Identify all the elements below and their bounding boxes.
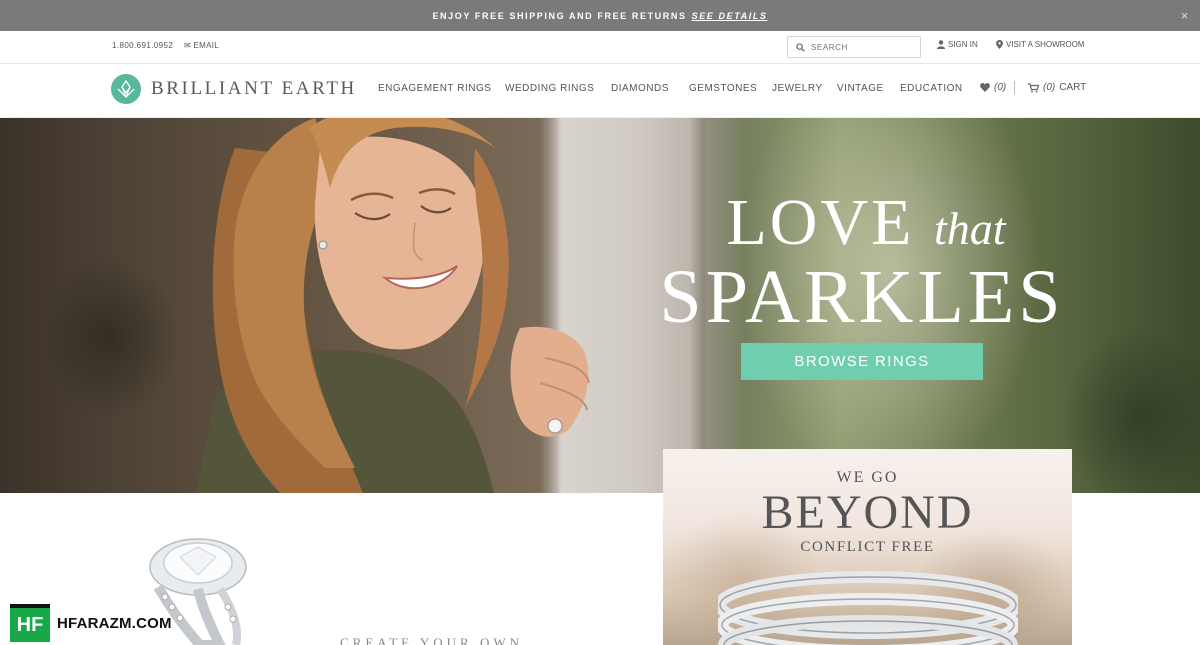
cart-link[interactable]: (0) CART [1028,82,1086,93]
see-details-link[interactable]: SEE DETAILS [692,11,768,21]
close-icon[interactable]: × [1181,8,1190,23]
search-box[interactable] [787,36,921,58]
phone-number[interactable]: 1.800.691.0952 [112,41,173,50]
showroom-label: VISIT A SHOWROOM [1006,40,1085,49]
hero-model-image [196,118,590,493]
watermark-logo: HF [10,604,50,642]
favorites-link[interactable]: (0) [980,82,1006,93]
envelope-icon: ✉ [184,41,192,50]
nav-diamonds[interactable]: DIAMONDS [611,83,669,94]
utility-bar: 1.800.691.0952 ✉ EMAIL SIGN IN VISIT A S… [0,31,1200,64]
user-icon [937,40,945,49]
beyond-conflict-free-card[interactable]: WE GO BEYOND CONFLICT FREE [663,449,1072,645]
watermark-site: HFARAZM.COM [57,614,172,632]
brand-logo[interactable]: BRILLIANT EARTH [111,74,357,104]
map-pin-icon [996,40,1003,49]
nav-gemstones[interactable]: GEMSTONES [689,83,757,94]
cart-icon [1028,82,1039,92]
browse-rings-button[interactable]: BROWSE RINGS [741,343,983,380]
favorites-count: (0) [994,82,1007,93]
hero-love-text: LOVE [726,186,915,259]
brand-name: BRILLIANT EARTH [151,78,357,99]
create-your-own-heading: CREATE YOUR OWN [340,635,524,645]
background-foliage [40,258,180,418]
wedding-bands-image [718,571,1018,645]
search-input[interactable] [811,42,907,52]
showroom-link[interactable]: VISIT A SHOWROOM [996,40,1085,49]
hero-line-2: SPARKLES [659,255,1065,339]
email-link[interactable]: ✉ EMAIL [184,41,219,50]
hero-line-1: LOVE that [636,190,1096,262]
watermark: HF HFARAZM.COM [10,604,172,642]
search-icon [796,42,805,52]
nav-education[interactable]: EDUCATION [900,83,963,94]
promo-bar: ENJOY FREE SHIPPING AND FREE RETURNS SEE… [0,0,1200,31]
cart-label: CART [1059,82,1087,93]
background-foliage-right [1060,328,1200,493]
beyond-text: BEYOND [761,486,974,539]
nav-wedding-rings[interactable]: WEDDING RINGS [505,83,594,94]
cart-count: (0) [1043,82,1056,93]
sign-in-link[interactable]: SIGN IN [937,40,978,49]
email-label: EMAIL [193,41,220,50]
hero-banner: LOVE that SPARKLES BROWSE RINGS [0,118,1200,493]
nav-vintage[interactable]: VINTAGE [837,83,884,94]
nav-divider [1014,81,1015,94]
nav-engagement-rings[interactable]: ENGAGEMENT RINGS [378,83,491,94]
hero-that-text: that [933,203,1006,254]
promo-text: ENJOY FREE SHIPPING AND FREE RETURNS [432,10,687,21]
hero-headline: LOVE that SPARKLES [636,190,1096,336]
heart-icon [980,83,990,92]
nav-jewelry[interactable]: JEWELRY [772,83,823,94]
logo-icon [111,74,141,104]
sign-in-label: SIGN IN [948,40,978,49]
main-nav: BRILLIANT EARTH ENGAGEMENT RINGS WEDDING… [0,64,1200,118]
conflict-free-text: CONFLICT FREE [800,539,935,555]
